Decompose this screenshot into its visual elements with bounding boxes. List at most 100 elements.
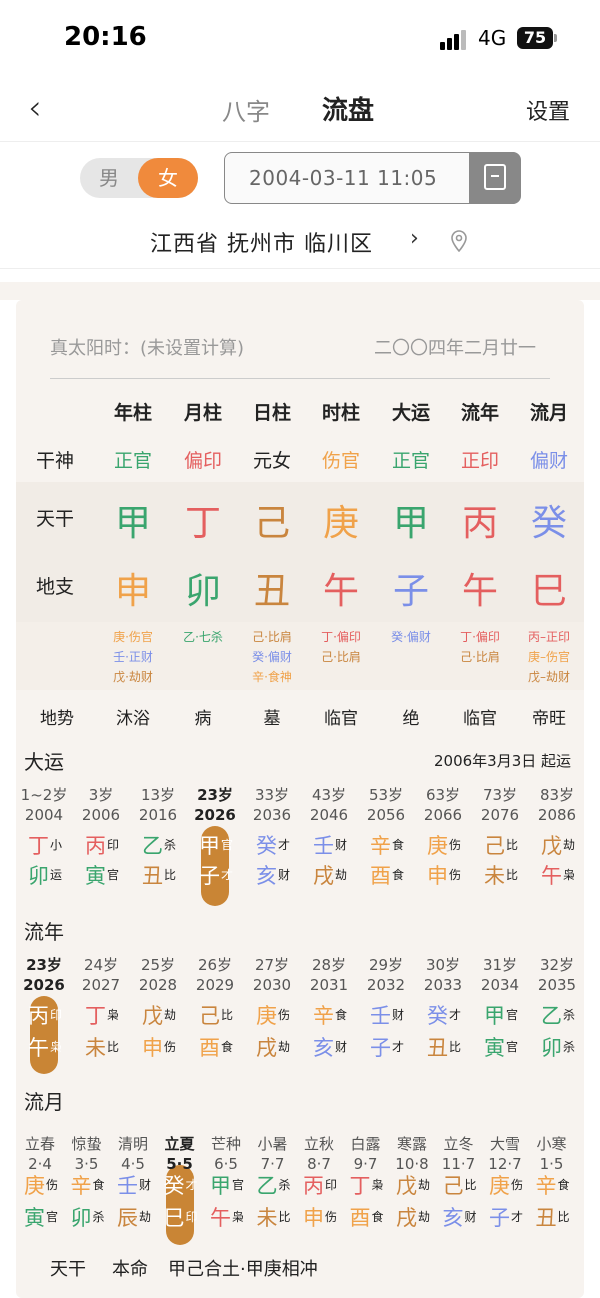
back-icon[interactable]: ‹	[28, 88, 42, 128]
tiangan-cell: 己	[253, 503, 290, 544]
liunian-zhi: 亥	[313, 1036, 334, 1060]
liunian-zhi: 寅	[484, 1036, 505, 1060]
lunar-date: 二〇〇四年二月廿一	[374, 338, 536, 359]
canggan-cell: 己·比肩	[252, 630, 292, 644]
dayun-zhi: 卯	[28, 864, 49, 888]
liuyue-gan: 甲	[210, 1174, 231, 1198]
settings-button[interactable]: 设置	[526, 94, 570, 126]
tiangan-cell: 丁	[184, 503, 221, 544]
liunian-gan: 辛	[313, 1004, 334, 1028]
liuyue-gan-shen: 财	[139, 1178, 152, 1192]
liuyue-gan: 己	[442, 1174, 464, 1198]
liuyue-gan: 庚	[489, 1174, 510, 1198]
dayun-label2: 2026	[194, 806, 236, 824]
dayun-zhi: 丑	[142, 864, 163, 888]
dayun-label2: 2066	[423, 806, 463, 824]
dayun-gan: 己	[484, 834, 505, 858]
canggan-cell: 丁·偏印	[321, 630, 361, 644]
dayun-gan-shen: 杀	[164, 838, 177, 852]
chevron-right-icon[interactable]: ›	[410, 226, 419, 251]
liunian-zhi: 未	[85, 1036, 106, 1060]
liunian-label2: 2030	[252, 976, 292, 994]
gender-female-option[interactable]: 女	[138, 158, 198, 198]
liuyue-gan-shen: 劫	[418, 1178, 431, 1192]
dayun-gan: 甲	[199, 834, 220, 858]
liunian-gan: 癸	[427, 1004, 448, 1028]
dayun-gan-shen: 印	[107, 838, 120, 852]
datetime-field[interactable]: 2004-03-11 11:05	[224, 152, 521, 204]
liunian-gan-shen: 杀	[563, 1008, 576, 1022]
dayun-label1: 3岁	[88, 786, 114, 804]
canggan-cell: 庚–伤官	[527, 650, 570, 664]
liuyue-zhi: 丑	[535, 1206, 557, 1230]
dizhi-cell: 午	[322, 571, 359, 612]
dayun-gan-shen: 比	[506, 838, 519, 852]
dayun-zhi-shen: 才	[221, 868, 234, 882]
liuyue-gan: 丁	[349, 1174, 371, 1198]
liuyue-zhi: 亥	[442, 1206, 464, 1230]
dayun-zhi-shen: 财	[278, 868, 291, 882]
signal-icon	[440, 30, 468, 50]
footer-tiangan: 天干	[50, 1259, 86, 1280]
shishen-cell: 偏印	[183, 450, 222, 472]
gender-toggle[interactable]: 男 女	[80, 158, 198, 198]
dishi-cell: 临官	[463, 709, 497, 729]
location-text[interactable]: 江西省 抚州市 临川区	[150, 226, 373, 258]
liuyue-zhi-shen: 官	[46, 1210, 59, 1224]
liunian-gan: 乙	[541, 1004, 562, 1028]
dayun-gan: 庚	[427, 834, 448, 858]
dayun-zhi: 未	[484, 864, 505, 888]
calendar-icon	[484, 164, 506, 190]
liunian-zhi-shen: 伤	[164, 1040, 177, 1054]
liuyue-zhi-shen: 比	[278, 1210, 291, 1224]
dayun-zhi: 寅	[85, 864, 106, 888]
tab-bazi[interactable]: 八字	[222, 92, 270, 127]
liuyue-zhi-shen: 伤	[325, 1210, 338, 1224]
liuyue-zhi-shen: 劫	[139, 1210, 152, 1224]
tiangan-cell: 庚	[322, 503, 359, 544]
liunian-gan: 丙	[28, 1004, 49, 1028]
liunian-zhi: 卯	[541, 1036, 562, 1060]
canggan-cell: 戊–劫财	[527, 670, 570, 684]
dayun-zhi: 亥	[256, 864, 277, 888]
dayun-gan-shen: 劫	[563, 838, 576, 852]
liunian-zhi: 子	[370, 1036, 391, 1060]
dayun-label1: 73岁	[482, 786, 518, 804]
dayun-label2: 2086	[537, 806, 577, 824]
liuyue-zhi: 巳	[163, 1206, 185, 1230]
calendar-button[interactable]	[469, 152, 521, 204]
tab-liupan[interactable]: 流盘	[322, 90, 374, 127]
canggan-cell: 丁·偏印	[460, 630, 500, 644]
liuyue-zhi: 辰	[117, 1206, 138, 1230]
liunian-zhi-shen: 官	[506, 1040, 519, 1054]
solar-time-label[interactable]: 真太阳时：(未设置计算)	[50, 334, 244, 360]
canggan-cell: 癸·偏财	[252, 650, 292, 664]
liuyue-zhi-shen: 印	[185, 1210, 198, 1224]
liunian-gan-shen: 官	[506, 1008, 519, 1022]
shishen-cell: 伤官	[321, 450, 360, 472]
liuyue-gan: 辛	[535, 1174, 557, 1198]
liunian-gan: 丁	[85, 1004, 106, 1028]
shishen-cell: 正官	[391, 450, 430, 472]
gender-male-option[interactable]: 男	[80, 158, 138, 198]
dayun-label1: 43岁	[311, 786, 347, 804]
liuyue-zhi-shen: 比	[557, 1210, 570, 1224]
shishen-cell: 正官	[113, 450, 152, 472]
liuyue-label1: 小寒	[536, 1135, 567, 1153]
liuyue-zhi-shen: 才	[511, 1210, 524, 1224]
dayun-label1: 83岁	[539, 786, 575, 804]
liuyue-zhi-shen: 财	[464, 1210, 477, 1224]
row-label-dizhi: 地支	[36, 576, 75, 598]
location-pin-icon[interactable]	[450, 230, 468, 252]
dayun-gan-shen: 伤	[449, 838, 462, 852]
dayun-zhi: 酉	[370, 864, 391, 888]
liuyue-gan-shen: 官	[232, 1178, 245, 1192]
dayun-zhi-shen: 比	[164, 868, 177, 882]
tiangan-cell: 癸	[530, 503, 567, 544]
liunian-gan: 甲	[484, 1004, 505, 1028]
canggan-cell: 己·比肩	[460, 650, 500, 664]
liunian-zhi-shen: 杀	[563, 1040, 576, 1054]
dayun-gan-shen: 官	[221, 838, 234, 852]
liunian-label2: 2033	[423, 976, 463, 994]
shishen-cell: 偏财	[529, 450, 568, 472]
